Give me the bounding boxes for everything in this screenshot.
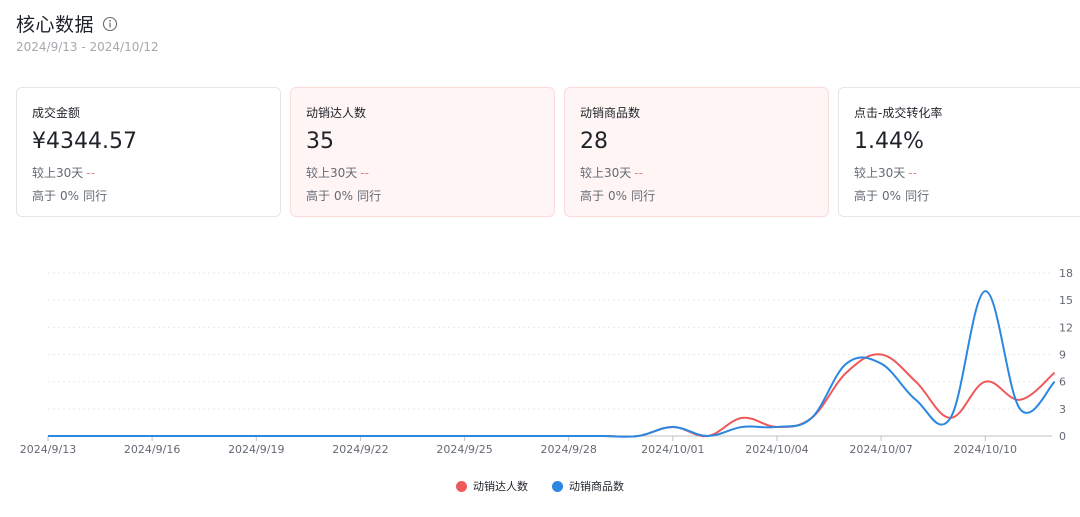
- header: 核心数据: [16, 10, 118, 37]
- x-tick-label: 2024/9/16: [124, 443, 180, 456]
- metric-card-gmv[interactable]: 成交金额 ¥4344.57 较上30天 -- 高于 0% 同行: [16, 87, 281, 217]
- card-value: ¥4344.57: [32, 129, 137, 154]
- x-tick-label: 2024/10/04: [745, 443, 808, 456]
- legend-dot-blue: [552, 480, 563, 492]
- y-tick-label: 0: [1059, 430, 1066, 443]
- card-compare: 较上30天 --: [306, 164, 539, 181]
- compare-label: 较上30天: [306, 166, 358, 180]
- y-tick-label: 9: [1059, 349, 1066, 362]
- trend-line-chart: 0 3 6 9 12 15 18 2024/9/13 2024/9/16 2024/9/19 202…: [20, 267, 1073, 456]
- compare-value: --: [360, 166, 369, 180]
- y-tick-label: 12: [1059, 321, 1073, 334]
- peer-text: 高于: [854, 189, 879, 203]
- peer-value: 0%: [60, 189, 80, 203]
- peer-text: 高于: [306, 189, 331, 203]
- peer-suffix: 同行: [631, 189, 656, 203]
- metric-cards: 成交金额 ¥4344.57 较上30天 -- 高于 0% 同行 动销达人数 35 较上…: [16, 87, 1080, 217]
- card-label: 成交金额: [32, 106, 81, 120]
- card-label: 点击-成交转化率: [854, 106, 943, 120]
- card-label: 动销达人数: [306, 106, 367, 120]
- compare-value: --: [908, 166, 917, 180]
- card-peer: 高于 0% 同行: [32, 187, 265, 204]
- x-tick-label: 2024/9/22: [332, 443, 388, 456]
- card-value: 35: [306, 129, 334, 154]
- y-tick-label: 6: [1059, 376, 1066, 389]
- x-tick-label: 2024/9/28: [540, 443, 596, 456]
- card-value: 1.44%: [854, 129, 924, 154]
- x-tick-label: 2024/9/13: [20, 443, 76, 456]
- chart-legend: 动销达人数 动销商品数: [0, 478, 1080, 494]
- x-tick-label: 2024/9/19: [228, 443, 284, 456]
- card-compare: 较上30天 --: [580, 164, 813, 181]
- compare-label: 较上30天: [580, 166, 632, 180]
- series-line-products: [47, 290, 1056, 438]
- compare-value: --: [86, 166, 95, 180]
- card-peer: 高于 0% 同行: [306, 187, 539, 204]
- compare-label: 较上30天: [32, 166, 84, 180]
- legend-item-creators[interactable]: 动销达人数: [456, 478, 528, 494]
- card-compare: 较上30天 --: [854, 164, 1080, 181]
- compare-value: --: [634, 166, 643, 180]
- x-tick-label: 2024/10/07: [849, 443, 912, 456]
- legend-item-products[interactable]: 动销商品数: [552, 478, 624, 494]
- card-value: 28: [580, 129, 608, 154]
- card-peer: 高于 0% 同行: [854, 187, 1080, 204]
- x-tick-label: 2024/10/01: [641, 443, 704, 456]
- peer-text: 高于: [32, 189, 57, 203]
- peer-value: 0%: [882, 189, 902, 203]
- peer-value: 0%: [334, 189, 354, 203]
- card-compare: 较上30天 --: [32, 164, 265, 181]
- peer-suffix: 同行: [357, 189, 382, 203]
- date-range: 2024/9/13 - 2024/10/12: [16, 40, 159, 54]
- card-peer: 高于 0% 同行: [580, 187, 813, 204]
- peer-suffix: 同行: [905, 189, 930, 203]
- page-title: 核心数据: [16, 14, 95, 36]
- metric-card-conversion-rate[interactable]: 点击-成交转化率 1.44% 较上30天 -- 高于 0% 同行: [838, 87, 1080, 217]
- info-icon[interactable]: [102, 16, 118, 32]
- x-tick-label: 2024/9/25: [436, 443, 492, 456]
- y-tick-label: 18: [1059, 267, 1073, 280]
- peer-value: 0%: [608, 189, 628, 203]
- card-label: 动销商品数: [580, 106, 641, 120]
- y-tick-label: 15: [1059, 294, 1073, 307]
- peer-suffix: 同行: [83, 189, 108, 203]
- y-tick-label: 3: [1059, 403, 1066, 416]
- metric-card-active-products[interactable]: 动销商品数 28 较上30天 -- 高于 0% 同行: [564, 87, 829, 217]
- legend-label: 动销达人数: [473, 480, 528, 493]
- peer-text: 高于: [580, 189, 605, 203]
- legend-dot-red: [456, 480, 467, 492]
- x-tick-label: 2024/10/10: [954, 443, 1017, 456]
- legend-label: 动销商品数: [569, 480, 624, 493]
- series-line-creators: [47, 353, 1056, 438]
- compare-label: 较上30天: [854, 166, 906, 180]
- metric-card-active-creators[interactable]: 动销达人数 35 较上30天 -- 高于 0% 同行: [290, 87, 555, 217]
